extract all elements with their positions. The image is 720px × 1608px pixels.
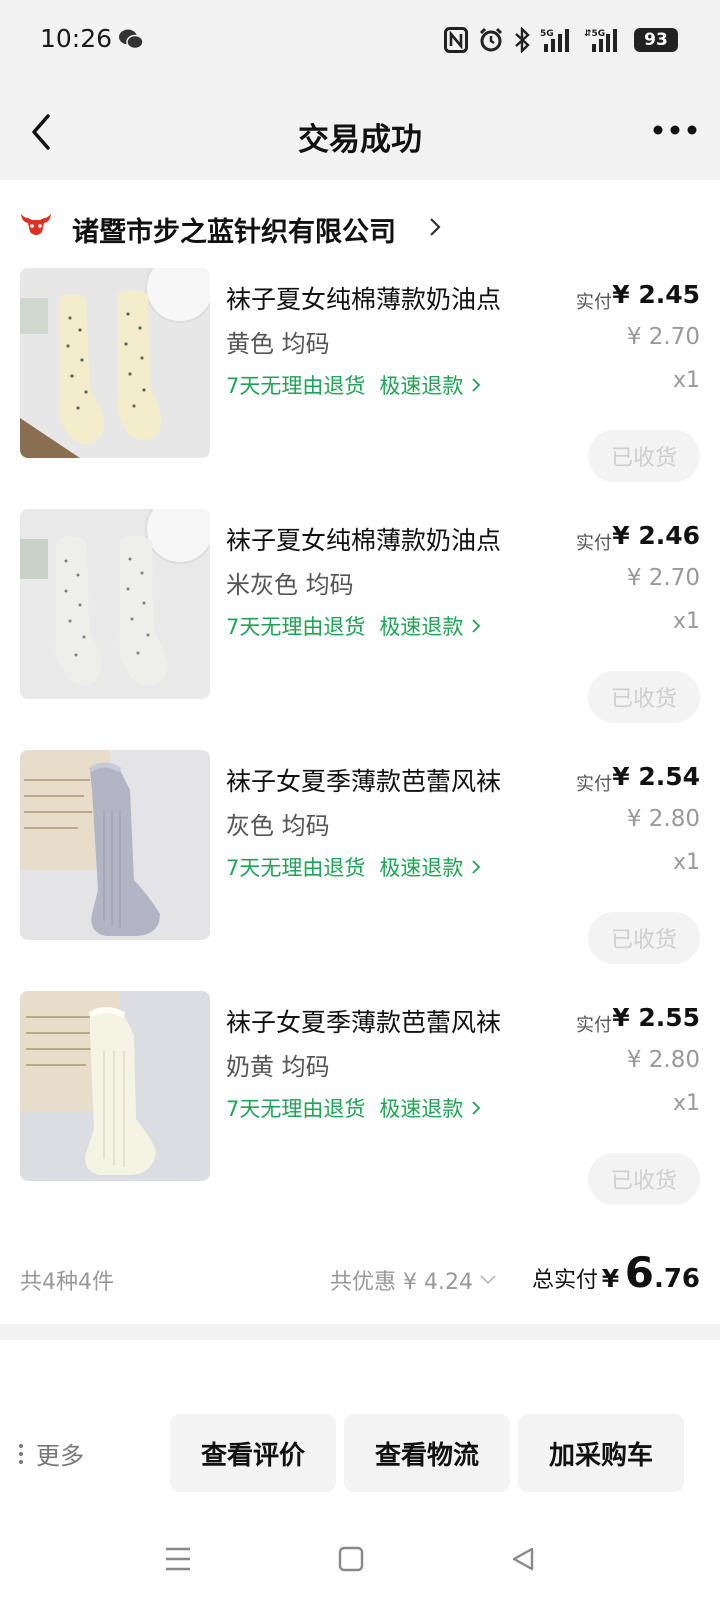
- return-policy-tag: 7天无理由退货: [226, 615, 366, 639]
- shop-header[interactable]: 诸暨市步之蓝针织有限公司: [0, 180, 720, 262]
- service-tags[interactable]: 7天无理由退货 极速退款: [226, 1093, 481, 1123]
- service-tags[interactable]: 7天无理由退货 极速退款: [226, 852, 481, 882]
- more-label: 更多: [36, 1442, 84, 1470]
- product-title[interactable]: 袜子女夏季薄款芭蕾风袜: [226, 1003, 556, 1039]
- nfc-icon: [444, 27, 468, 53]
- section-divider: [0, 1324, 720, 1340]
- quantity: x1: [672, 850, 700, 875]
- order-item[interactable]: 袜子女夏季薄款芭蕾风袜 奶黄 均码 7天无理由退货 极速退款 实付 ¥ 2.55…: [0, 991, 720, 1231]
- paid-price: ¥ 2.46: [612, 521, 700, 550]
- chevron-right-icon: [430, 218, 441, 236]
- order-item[interactable]: 袜子女夏季薄款芭蕾风袜 灰色 均码 7天无理由退货 极速退款 实付 ¥ 2.54…: [0, 750, 720, 990]
- paid-label: 实付: [576, 774, 612, 795]
- page-title: 交易成功: [298, 122, 422, 158]
- return-policy-tag: 7天无理由退货: [226, 856, 366, 880]
- bluetooth-icon: [515, 27, 530, 53]
- system-navigation-bar: [0, 1520, 720, 1608]
- wechat-icon: [119, 29, 144, 50]
- paid-label: 实付: [576, 533, 612, 554]
- product-spec: 灰色 均码: [226, 812, 330, 840]
- chevron-right-icon: [472, 1101, 481, 1115]
- vertical-dots-icon: [19, 1443, 23, 1464]
- svg-text:⇵5G: ⇵5G: [584, 29, 605, 39]
- item-count: 共4种4件: [20, 1270, 114, 1295]
- home-icon[interactable]: [338, 1546, 364, 1572]
- product-spec: 奶黄 均码: [226, 1053, 330, 1081]
- discount-toggle[interactable]: 共优惠 ¥ 4.24: [330, 1264, 497, 1296]
- received-button: 已收货: [588, 430, 700, 482]
- more-actions-button[interactable]: 更多: [18, 1436, 84, 1471]
- original-price: ¥ 2.80: [626, 806, 700, 832]
- original-price: ¥ 2.70: [626, 565, 700, 591]
- more-icon[interactable]: [652, 124, 698, 136]
- paid-label: 实付: [576, 1015, 612, 1036]
- product-title[interactable]: 袜子夏女纯棉薄款奶油点: [226, 280, 556, 316]
- received-button: 已收货: [588, 671, 700, 723]
- original-price: ¥ 2.80: [626, 1047, 700, 1073]
- product-image[interactable]: [20, 750, 210, 940]
- order-item[interactable]: 袜子夏女纯棉薄款奶油点 黄色 均码 7天无理由退货 极速退款 实付 ¥ 2.45…: [0, 268, 720, 508]
- fast-refund-tag: 极速退款: [379, 615, 464, 639]
- order-summary: 共4种4件 共优惠 ¥ 4.24 总实付 ¥ 6.76: [0, 1248, 720, 1308]
- nav-bar: 交易成功: [0, 84, 720, 180]
- quantity: x1: [672, 368, 700, 393]
- product-image[interactable]: [20, 268, 210, 458]
- fast-refund-tag: 极速退款: [379, 1097, 464, 1121]
- product-image[interactable]: [20, 509, 210, 699]
- total-paid-label: 总实付: [532, 1268, 599, 1293]
- product-image[interactable]: [20, 991, 210, 1181]
- chevron-right-icon: [472, 619, 481, 633]
- paid-price: ¥ 2.54: [612, 762, 700, 791]
- paid-label: 实付: [576, 292, 612, 313]
- view-review-button[interactable]: 查看评价: [170, 1414, 336, 1492]
- back-triangle-icon[interactable]: [510, 1546, 536, 1572]
- product-title[interactable]: 袜子女夏季薄款芭蕾风袜: [226, 762, 556, 798]
- status-icons: 5G ⇵5G 93: [444, 24, 678, 56]
- total-decimal: .76: [653, 1264, 700, 1294]
- product-title[interactable]: 袜子夏女纯棉薄款奶油点: [226, 521, 556, 557]
- view-logistics-button[interactable]: 查看物流: [344, 1414, 510, 1492]
- total-currency: ¥: [601, 1264, 620, 1293]
- battery-indicator: 93: [634, 28, 678, 52]
- status-bar: 10:26 5G ⇵5G 93: [0, 0, 720, 84]
- order-item[interactable]: 袜子夏女纯棉薄款奶油点 米灰色 均码 7天无理由退货 极速退款 实付 ¥ 2.4…: [0, 509, 720, 749]
- alarm-icon: [479, 27, 503, 52]
- service-tags[interactable]: 7天无理由退货 极速退款: [226, 370, 481, 400]
- shop-name: 诸暨市步之蓝针织有限公司: [72, 217, 396, 248]
- chevron-down-icon: [480, 1275, 496, 1285]
- product-spec: 米灰色 均码: [226, 571, 354, 599]
- menu-icon[interactable]: [164, 1546, 192, 1572]
- fast-refund-tag: 极速退款: [379, 374, 464, 398]
- total-paid: ¥ 6.76: [602, 1248, 700, 1297]
- signal-icon-2: ⇵5G: [584, 29, 617, 52]
- status-time: 10:26: [40, 24, 113, 53]
- product-spec: 黄色 均码: [226, 330, 330, 358]
- received-button: 已收货: [588, 912, 700, 964]
- return-policy-tag: 7天无理由退货: [226, 374, 366, 398]
- action-bar: 更多 查看评价 查看物流 加采购车: [0, 1340, 720, 1510]
- original-price: ¥ 2.70: [626, 324, 700, 350]
- signal-icon: 5G: [540, 29, 569, 52]
- add-to-cart-button[interactable]: 加采购车: [518, 1414, 684, 1492]
- chevron-right-icon: [472, 378, 481, 392]
- svg-text:5G: 5G: [540, 29, 554, 39]
- return-policy-tag: 7天无理由退货: [226, 1097, 366, 1121]
- shop-logo-icon: [21, 214, 51, 235]
- quantity: x1: [672, 1091, 700, 1116]
- quantity: x1: [672, 609, 700, 634]
- service-tags[interactable]: 7天无理由退货 极速退款: [226, 611, 481, 641]
- paid-price: ¥ 2.55: [612, 1003, 700, 1032]
- fast-refund-tag: 极速退款: [379, 856, 464, 880]
- received-button: 已收货: [588, 1153, 700, 1205]
- paid-price: ¥ 2.45: [612, 280, 700, 309]
- discount-total: 共优惠 ¥ 4.24: [330, 1270, 473, 1295]
- chevron-right-icon: [472, 860, 481, 874]
- total-integer: 6: [624, 1248, 654, 1297]
